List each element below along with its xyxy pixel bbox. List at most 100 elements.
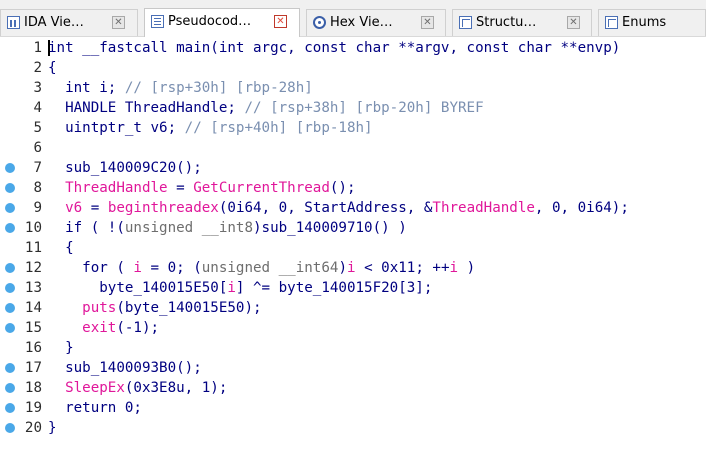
code-token: (); bbox=[329, 180, 356, 196]
structures-icon bbox=[459, 16, 472, 29]
line-number: 1 bbox=[33, 40, 42, 56]
code-line[interactable]: 1 int __fastcall main(int argc, const cha… bbox=[0, 38, 706, 58]
code-token: ) bbox=[458, 260, 476, 276]
code-text: } bbox=[48, 418, 57, 438]
breakpoint-marker-icon[interactable] bbox=[5, 423, 15, 433]
breakpoint-marker-icon[interactable] bbox=[5, 403, 15, 413]
code-text: } bbox=[48, 338, 74, 358]
line-number: 2 bbox=[33, 60, 42, 76]
breakpoint-marker-icon[interactable] bbox=[5, 223, 15, 233]
line-number: 19 bbox=[24, 400, 42, 416]
pseudocode-editor[interactable]: 1 int __fastcall main(int argc, const cha… bbox=[0, 37, 706, 464]
code-line[interactable]: 18 SleepEx(0x3E8u, 1); bbox=[0, 378, 706, 398]
code-line[interactable]: 19 return 0; bbox=[0, 398, 706, 418]
code-line[interactable]: 15 exit(-1); bbox=[0, 318, 706, 338]
tab-bar: IDA Vie… ✕ Pseudocod… ✕ Hex Vie… ✕ Struc… bbox=[0, 0, 706, 37]
tab-hex-view[interactable]: Hex Vie… ✕ bbox=[306, 9, 446, 36]
code-token: // [rsp+40h] [rbp-18h] bbox=[184, 120, 373, 136]
breakpoint-marker-icon[interactable] bbox=[5, 263, 15, 273]
code-line[interactable]: 4 HANDLE ThreadHandle; // [rsp+38h] [rbp… bbox=[0, 98, 706, 118]
code-token: // [rsp+38h] [rbp-20h] BYREF bbox=[244, 100, 484, 116]
line-number: 3 bbox=[33, 80, 42, 96]
code-line[interactable]: 3 int i; // [rsp+30h] [rbp-28h] bbox=[0, 78, 706, 98]
tab-enums[interactable]: Enums bbox=[598, 9, 706, 36]
code-token: ) bbox=[338, 260, 347, 276]
code-line[interactable]: 9 v6 = beginthreadex(0i64, 0, StartAddre… bbox=[0, 198, 706, 218]
line-number: 16 bbox=[24, 340, 42, 356]
code-token: (0x3E8u, 1); bbox=[124, 380, 228, 396]
code-token: return 0; bbox=[48, 400, 142, 416]
code-line[interactable]: 10 if ( !(unsigned __int8)sub_140009710(… bbox=[0, 218, 706, 238]
breakpoint-marker-icon[interactable] bbox=[5, 303, 15, 313]
code-text: int i; // [rsp+30h] [rbp-28h] bbox=[48, 78, 313, 98]
code-line[interactable]: 14 puts(byte_140015E50); bbox=[0, 298, 706, 318]
line-number: 6 bbox=[33, 140, 42, 156]
line-number: 15 bbox=[24, 320, 42, 336]
breakpoint-marker-icon[interactable] bbox=[5, 283, 15, 293]
code-line[interactable]: 11 { bbox=[0, 238, 706, 258]
code-token: = bbox=[167, 180, 194, 196]
tab-structures[interactable]: Structu… ✕ bbox=[452, 9, 592, 36]
code-text: { bbox=[48, 238, 74, 258]
code-line[interactable]: 5 uintptr_t v6; // [rsp+40h] [rbp-18h] bbox=[0, 118, 706, 138]
code-token: if ( !( bbox=[48, 220, 125, 236]
breakpoint-marker-icon[interactable] bbox=[5, 383, 15, 393]
code-token: i bbox=[133, 260, 142, 276]
code-token: // [rsp+30h] [rbp-28h] bbox=[124, 80, 313, 96]
code-token: exit bbox=[82, 320, 117, 336]
code-token: ] ^= byte_140015F20[3]; bbox=[235, 280, 433, 296]
breakpoint-marker-icon[interactable] bbox=[5, 203, 15, 213]
code-line[interactable]: 17 sub_1400093B0(); bbox=[0, 358, 706, 378]
line-number: 13 bbox=[24, 280, 42, 296]
code-token: , 0, 0i64); bbox=[534, 200, 629, 216]
code-line[interactable]: 7 sub_140009C20(); bbox=[0, 158, 706, 178]
line-number: 4 bbox=[33, 100, 42, 116]
ida-view-icon bbox=[7, 16, 20, 29]
code-token: i bbox=[346, 260, 356, 276]
code-token: unsigned __int8 bbox=[124, 220, 253, 236]
code-line[interactable]: 6 bbox=[0, 138, 706, 158]
code-token: (0i64, 0, StartAddress, & bbox=[218, 200, 433, 216]
code-line[interactable]: 20} bbox=[0, 418, 706, 438]
tab-label: Structu… bbox=[476, 15, 537, 30]
code-text: byte_140015E50[i] ^= byte_140015F20[3]; bbox=[48, 278, 432, 298]
close-icon[interactable]: ✕ bbox=[421, 16, 434, 29]
code-line[interactable]: 16 } bbox=[0, 338, 706, 358]
code-token: int i; bbox=[48, 80, 125, 96]
code-token: (byte_140015E50); bbox=[116, 300, 262, 316]
code-text: for ( i = 0; (unsigned __int64)i < 0x11;… bbox=[48, 258, 475, 278]
code-token: { bbox=[48, 60, 57, 76]
breakpoint-marker-icon[interactable] bbox=[5, 323, 15, 333]
code-line[interactable]: 8 ThreadHandle = GetCurrentThread(); bbox=[0, 178, 706, 198]
tab-label: Pseudocod… bbox=[168, 14, 252, 29]
close-icon[interactable]: ✕ bbox=[112, 16, 125, 29]
code-token: int __fastcall main(int argc, const char… bbox=[48, 40, 621, 56]
code-text: puts(byte_140015E50); bbox=[48, 298, 262, 318]
breakpoint-marker-icon[interactable] bbox=[5, 363, 15, 373]
code-line[interactable]: 13 byte_140015E50[i] ^= byte_140015F20[3… bbox=[0, 278, 706, 298]
tab-ida-view[interactable]: IDA Vie… ✕ bbox=[0, 9, 138, 36]
code-text: HANDLE ThreadHandle; // [rsp+38h] [rbp-2… bbox=[48, 98, 484, 118]
hex-view-icon bbox=[313, 16, 326, 29]
breakpoint-marker-icon[interactable] bbox=[5, 183, 15, 193]
close-icon[interactable]: ✕ bbox=[274, 15, 287, 28]
code-text: v6 = beginthreadex(0i64, 0, StartAddress… bbox=[48, 198, 629, 218]
pseudocode-icon bbox=[151, 15, 164, 28]
line-number: 5 bbox=[33, 120, 42, 136]
code-token: < 0x11; ++ bbox=[355, 260, 450, 276]
code-text: ThreadHandle = GetCurrentThread(); bbox=[48, 178, 356, 198]
breakpoint-marker-icon[interactable] bbox=[5, 163, 15, 173]
code-line[interactable]: 2{ bbox=[0, 58, 706, 78]
line-number: 8 bbox=[33, 180, 42, 196]
code-token: unsigned __int64 bbox=[201, 260, 339, 276]
code-token: ThreadHandle bbox=[65, 180, 168, 196]
code-line[interactable]: 12 for ( i = 0; (unsigned __int64)i < 0x… bbox=[0, 258, 706, 278]
code-text: sub_140009C20(); bbox=[48, 158, 202, 178]
code-token: uintptr_t v6; bbox=[48, 120, 185, 136]
tab-label: Enums bbox=[622, 15, 667, 30]
tab-pseudocode[interactable]: Pseudocod… ✕ bbox=[144, 8, 300, 37]
close-icon[interactable]: ✕ bbox=[567, 16, 580, 29]
code-text: exit(-1); bbox=[48, 318, 159, 338]
code-text: if ( !(unsigned __int8)sub_140009710() ) bbox=[48, 218, 407, 238]
